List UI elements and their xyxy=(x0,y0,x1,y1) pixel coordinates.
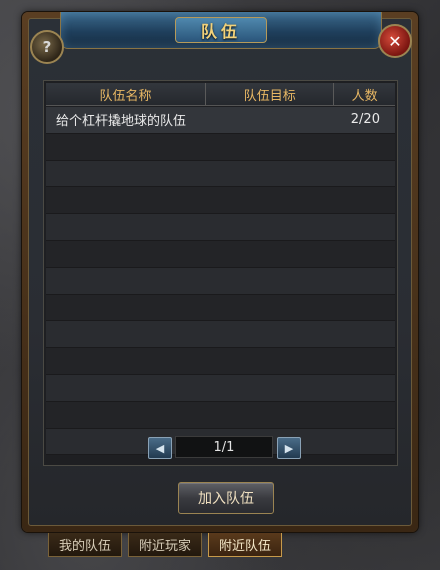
title-plate: 队伍 xyxy=(175,17,267,43)
table-header: 队伍名称 队伍目标 人数 xyxy=(46,83,395,106)
column-header-name[interactable]: 队伍名称 xyxy=(46,83,207,105)
column-header-goal[interactable]: 队伍目标 xyxy=(206,83,335,105)
prev-page-button[interactable]: ◀ xyxy=(148,437,172,459)
table-row xyxy=(46,267,395,295)
table-row xyxy=(46,401,395,429)
tab-nearby-teams[interactable]: 附近队伍 xyxy=(208,533,283,557)
help-button[interactable]: ? xyxy=(30,30,64,64)
chevron-left-icon: ◀ xyxy=(155,441,165,455)
table-row xyxy=(46,294,395,322)
pager: ◀ 1/1 ▶ xyxy=(44,433,397,461)
page-indicator: 1/1 xyxy=(175,436,273,458)
table-rows: 给个杠杆撬地球的队伍 2/20 xyxy=(46,107,395,456)
column-header-count[interactable]: 人数 xyxy=(334,83,395,105)
team-list: 队伍名称 队伍目标 人数 给个杠杆撬地球的队伍 2/20 ◀ 1/1 ▶ xyxy=(43,80,398,466)
table-row xyxy=(46,160,395,188)
team-member-count: 2/20 xyxy=(350,112,380,128)
table-row xyxy=(46,348,395,375)
close-button[interactable]: ✕ xyxy=(378,24,412,58)
team-name: 给个杠杆撬地球的队伍 xyxy=(56,114,187,130)
window-title: 队伍 xyxy=(200,22,241,41)
table-row xyxy=(46,374,395,402)
tab-nearby-players[interactable]: 附近玩家 xyxy=(128,533,203,557)
tab-bar: 我的队伍 附近玩家 附近队伍 xyxy=(48,533,283,559)
table-row xyxy=(46,240,395,268)
table-row xyxy=(46,321,395,349)
table-row xyxy=(46,187,395,215)
help-icon: ? xyxy=(42,38,52,56)
join-team-button[interactable]: 加入队伍 xyxy=(178,482,274,514)
chevron-right-icon: ▶ xyxy=(284,441,294,455)
close-icon: ✕ xyxy=(388,31,402,51)
tab-my-team[interactable]: 我的队伍 xyxy=(48,533,123,557)
title-bar: 队伍 xyxy=(60,12,382,49)
table-row xyxy=(46,214,395,241)
table-row[interactable]: 给个杠杆撬地球的队伍 2/20 xyxy=(46,107,395,134)
next-page-button[interactable]: ▶ xyxy=(277,437,301,459)
table-row xyxy=(46,133,395,161)
